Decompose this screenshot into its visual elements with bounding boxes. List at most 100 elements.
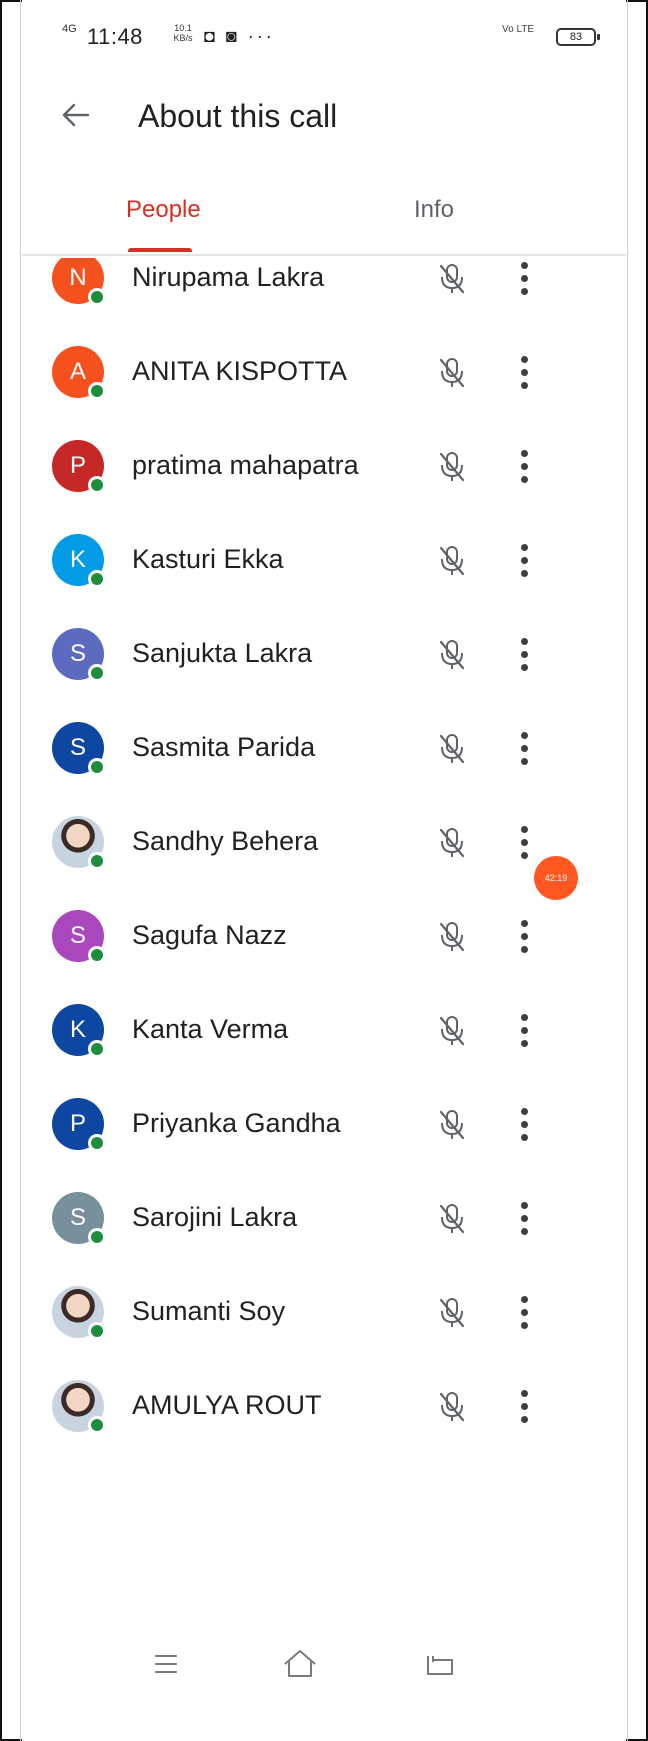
mic-off-icon — [432, 1010, 472, 1050]
online-status-dot — [88, 476, 106, 494]
participant-row[interactable]: S Sasmita Parida — [22, 702, 626, 796]
more-vert-icon — [521, 664, 528, 671]
participant-name: Sandhy Behera — [132, 826, 319, 856]
more-vert-icon — [521, 275, 528, 282]
more-vert-icon — [521, 638, 528, 645]
participant-row[interactable]: N Nirupama Lakra — [22, 258, 626, 326]
mic-off-icon — [432, 634, 472, 674]
more-vert-icon — [521, 356, 528, 363]
network-speed: 10.1 KB/s — [172, 23, 194, 43]
more-options-button[interactable] — [512, 258, 536, 300]
more-vert-icon — [521, 1390, 528, 1397]
more-options-button[interactable] — [512, 538, 536, 582]
more-options-button[interactable] — [512, 444, 536, 488]
network-label: Vo LTE — [502, 24, 535, 35]
more-vert-icon — [521, 732, 528, 739]
tab-people[interactable]: People — [126, 196, 201, 224]
mic-off-icon — [432, 540, 472, 580]
app-bar: About this call — [22, 80, 626, 150]
more-options-button[interactable] — [512, 350, 536, 394]
more-vert-icon — [521, 1108, 528, 1115]
more-vert-icon — [521, 382, 528, 389]
tab-info[interactable]: Info — [414, 196, 454, 224]
more-options-button[interactable] — [512, 1008, 536, 1052]
more-vert-icon — [521, 1202, 528, 1209]
more-vert-icon — [521, 933, 528, 940]
nav-menu-button[interactable] — [142, 1640, 190, 1688]
network-speed-unit: KB/s — [173, 33, 193, 43]
online-status-dot — [88, 570, 106, 588]
more-vert-icon — [521, 450, 528, 457]
more-options-button[interactable] — [512, 1290, 536, 1334]
participant-name: Priyanka Gandha — [132, 1108, 341, 1138]
more-options-button[interactable] — [512, 1196, 536, 1240]
more-vert-icon — [521, 262, 528, 269]
participant-row[interactable]: A ANITA KISPOTTA — [22, 326, 626, 420]
more-vert-icon — [521, 476, 528, 483]
more-vert-icon — [521, 758, 528, 765]
more-vert-icon — [521, 1296, 528, 1303]
signal-strength: 4G — [62, 23, 77, 35]
mic-off-icon — [432, 728, 472, 768]
online-status-dot — [88, 852, 106, 870]
back-button[interactable] — [56, 95, 96, 135]
more-options-button[interactable] — [512, 1384, 536, 1428]
more-vert-icon — [521, 839, 528, 846]
page-title: About this call — [138, 98, 338, 134]
participant-name: pratima mahapatra — [132, 450, 359, 480]
online-status-dot — [88, 288, 106, 306]
more-vert-icon — [521, 544, 528, 551]
mic-off-icon — [432, 1104, 472, 1144]
participant-row[interactable]: S Sanjukta Lakra — [22, 608, 626, 702]
notification-icons: ◘ ◙ ··· — [204, 26, 275, 46]
participant-name: Sagufa Nazz — [132, 920, 287, 950]
online-status-dot — [88, 1416, 106, 1434]
more-vert-icon — [521, 920, 528, 927]
more-vert-icon — [521, 1014, 528, 1021]
participant-row[interactable]: P Priyanka Gandha — [22, 1078, 626, 1172]
menu-icon — [155, 1655, 177, 1673]
more-options-button[interactable] — [512, 1102, 536, 1146]
participant-name: Sumanti Soy — [132, 1296, 286, 1326]
participant-list[interactable]: N Nirupama Lakra A ANITA KISPOTTA Ppratima m… — [22, 258, 626, 1732]
more-vert-icon — [521, 1416, 528, 1423]
more-options-button[interactable] — [512, 820, 536, 864]
more-vert-icon — [521, 1027, 528, 1034]
participant-row[interactable]: S Sagufa Nazz — [22, 890, 626, 984]
participant-name: Kasturi Ekka — [132, 544, 284, 574]
online-status-dot — [88, 758, 106, 776]
participant-name: Nirupama Lakra — [132, 262, 325, 292]
participant-row[interactable]: K Kasturi Ekka — [22, 514, 626, 608]
more-vert-icon — [521, 570, 528, 577]
frame-divider-left — [20, 0, 21, 1741]
more-options-button[interactable] — [512, 726, 536, 770]
participant-row[interactable]: Ppratima mahapatra — [22, 420, 626, 514]
nav-home-button[interactable] — [276, 1640, 324, 1688]
more-vert-icon — [521, 288, 528, 295]
nav-back-button[interactable] — [416, 1640, 464, 1688]
participant-name: ANITA KISPOTTA — [132, 356, 348, 386]
more-vert-icon — [521, 1322, 528, 1329]
more-vert-icon — [521, 1040, 528, 1047]
more-vert-icon — [521, 1121, 528, 1128]
mic-off-icon — [432, 1292, 472, 1332]
online-status-dot — [88, 1134, 106, 1152]
online-status-dot — [88, 382, 106, 400]
more-options-button[interactable] — [512, 914, 536, 958]
more-vert-icon — [521, 745, 528, 752]
more-vert-icon — [521, 1228, 528, 1235]
more-options-button[interactable] — [512, 632, 536, 676]
mic-off-icon — [432, 446, 472, 486]
participant-row[interactable]: K Kanta Verma — [22, 984, 626, 1078]
participant-row[interactable]: Sumanti Soy — [22, 1266, 626, 1360]
more-vert-icon — [521, 369, 528, 376]
system-nav-bar — [22, 1640, 626, 1700]
more-vert-icon — [521, 852, 528, 859]
participant-row[interactable]: S Sarojini Lakra — [22, 1172, 626, 1266]
participant-row[interactable]: AMULYA ROUT — [22, 1360, 626, 1454]
more-vert-icon — [521, 1403, 528, 1410]
online-status-dot — [88, 1040, 106, 1058]
mic-off-icon — [432, 1198, 472, 1238]
call-timer-badge[interactable]: 42:19 — [534, 856, 578, 900]
battery-icon: 83 — [556, 28, 600, 46]
